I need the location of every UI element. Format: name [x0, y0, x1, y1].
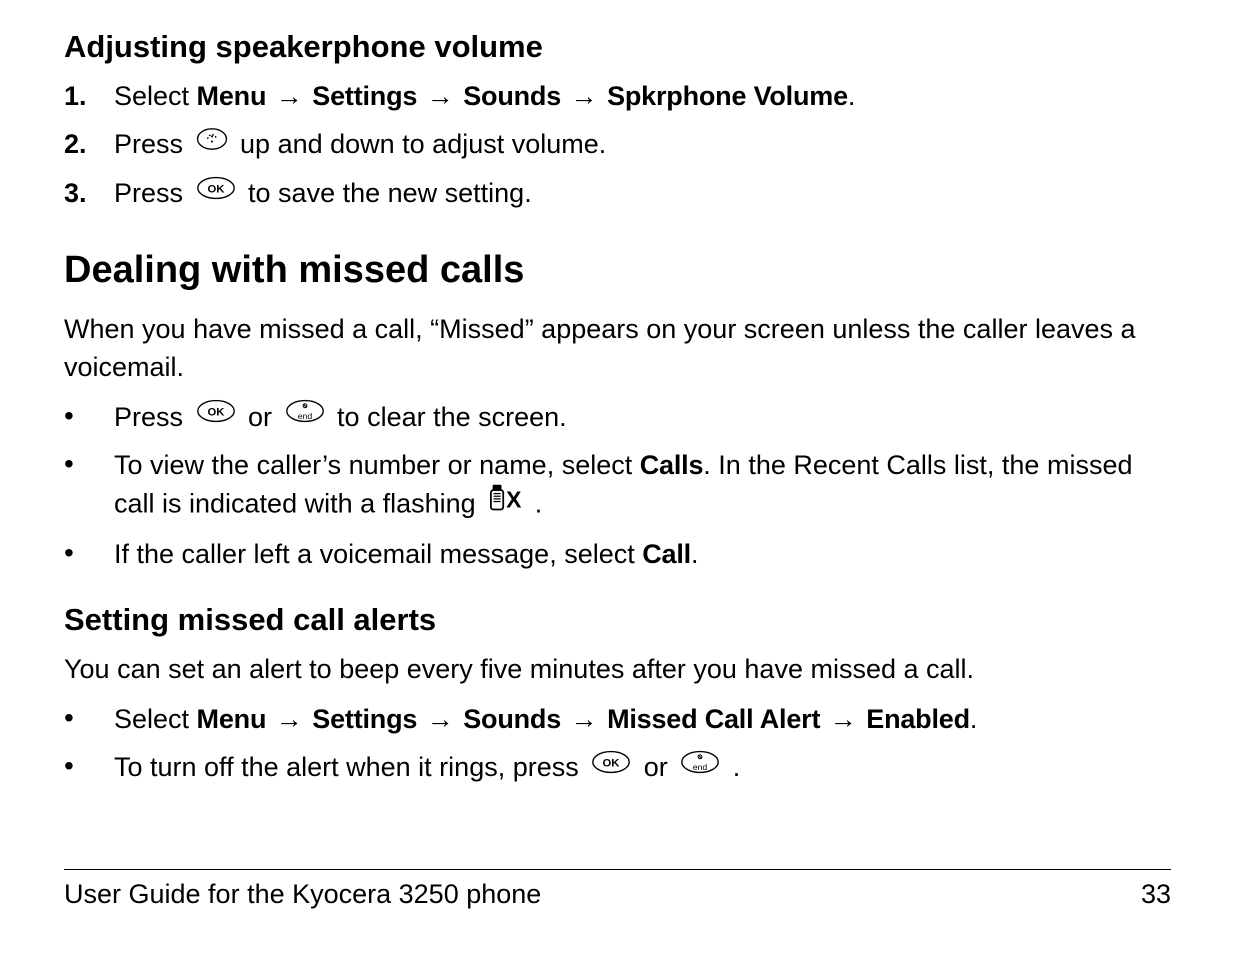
- footer-title: User Guide for the Kyocera 3250 phone: [64, 876, 541, 914]
- text: .: [527, 489, 542, 519]
- text: Select: [114, 81, 197, 111]
- heading-adjust-speakerphone: Adjusting speakerphone volume: [64, 25, 1171, 68]
- text: Press: [114, 129, 191, 159]
- menu-label: Missed Call Alert: [607, 704, 820, 734]
- text: .: [691, 539, 699, 569]
- text: or: [241, 402, 280, 432]
- list-item: • Select Menu → Settings → Sounds → Miss…: [64, 701, 1171, 739]
- arrow-icon: →: [274, 701, 305, 739]
- bullet-text: Press or to clear the screen.: [114, 399, 1171, 438]
- page-number: 33: [1141, 876, 1171, 914]
- paragraph: When you have missed a call, “Missed” ap…: [64, 311, 1171, 387]
- bullet-text: To turn off the alert when it rings, pre…: [114, 749, 1171, 788]
- menu-label: Settings: [312, 704, 417, 734]
- bullet-icon: •: [64, 399, 114, 433]
- ok-key-icon: [195, 174, 237, 212]
- step-text: Select Menu → Settings → Sounds → Spkrph…: [114, 78, 1171, 116]
- step-number: 3.: [64, 175, 114, 213]
- text: To view the caller’s number or name, sel…: [114, 450, 640, 480]
- text: to clear the screen.: [330, 402, 567, 432]
- text: up and down to adjust volume.: [233, 129, 607, 159]
- list-item: 2. Press up and down to adjust volume.: [64, 126, 1171, 165]
- ok-key-icon: [195, 397, 237, 435]
- text: or: [636, 752, 675, 782]
- step-text: Press up and down to adjust volume.: [114, 126, 1171, 165]
- end-key-icon: [679, 748, 721, 786]
- document-page: Adjusting speakerphone volume 1. Select …: [0, 0, 1235, 954]
- text: .: [725, 752, 740, 782]
- bullet-list: • Press or to clear the screen. • To vie…: [64, 399, 1171, 574]
- arrow-icon: →: [274, 78, 305, 116]
- text: .: [970, 704, 978, 734]
- text: If the caller left a voicemail message, …: [114, 539, 642, 569]
- paragraph: You can set an alert to beep every five …: [64, 651, 1171, 689]
- ordered-list: 1. Select Menu → Settings → Sounds → Spk…: [64, 78, 1171, 213]
- list-item: • To turn off the alert when it rings, p…: [64, 749, 1171, 788]
- text: Select: [114, 704, 197, 734]
- menu-label: Sounds: [463, 704, 561, 734]
- bullet-icon: •: [64, 447, 114, 481]
- menu-label: Settings: [312, 81, 417, 111]
- bullet-icon: •: [64, 701, 114, 735]
- bullet-icon: •: [64, 536, 114, 570]
- menu-label: Calls: [640, 450, 704, 480]
- menu-label: Enabled: [866, 704, 970, 734]
- text: to save the new setting.: [241, 178, 532, 208]
- bullet-text: Select Menu → Settings → Sounds → Missed…: [114, 701, 1171, 739]
- list-item: 3. Press to save the new setting.: [64, 175, 1171, 214]
- missed-call-icon: [487, 483, 523, 524]
- text: Press: [114, 178, 191, 208]
- heading-missed-calls: Dealing with missed calls: [64, 244, 1171, 297]
- page-footer: User Guide for the Kyocera 3250 phone 33: [64, 869, 1171, 914]
- bullet-icon: •: [64, 749, 114, 783]
- menu-label: Menu: [197, 81, 267, 111]
- text: Press: [114, 402, 191, 432]
- arrow-icon: →: [828, 701, 859, 739]
- step-number: 1.: [64, 78, 114, 116]
- text: .: [848, 81, 856, 111]
- arrow-icon: →: [425, 78, 456, 116]
- list-item: • If the caller left a voicemail message…: [64, 536, 1171, 574]
- arrow-icon: →: [569, 78, 600, 116]
- menu-label: Call: [642, 539, 691, 569]
- bullet-list: • Select Menu → Settings → Sounds → Miss…: [64, 701, 1171, 788]
- nav-key-icon: [195, 125, 229, 163]
- heading-missed-alerts: Setting missed call alerts: [64, 598, 1171, 641]
- menu-label: Menu: [197, 704, 267, 734]
- bullet-text: To view the caller’s number or name, sel…: [114, 447, 1171, 526]
- step-text: Press to save the new setting.: [114, 175, 1171, 214]
- end-key-icon: [284, 397, 326, 435]
- step-number: 2.: [64, 126, 114, 164]
- arrow-icon: →: [425, 701, 456, 739]
- bullet-text: If the caller left a voicemail message, …: [114, 536, 1171, 574]
- ok-key-icon: [590, 748, 632, 786]
- arrow-icon: →: [569, 701, 600, 739]
- list-item: • Press or to clear the screen.: [64, 399, 1171, 438]
- text: To turn off the alert when it rings, pre…: [114, 752, 586, 782]
- menu-label: Sounds: [463, 81, 561, 111]
- list-item: • To view the caller’s number or name, s…: [64, 447, 1171, 526]
- menu-label: Spkrphone Volume: [607, 81, 848, 111]
- list-item: 1. Select Menu → Settings → Sounds → Spk…: [64, 78, 1171, 116]
